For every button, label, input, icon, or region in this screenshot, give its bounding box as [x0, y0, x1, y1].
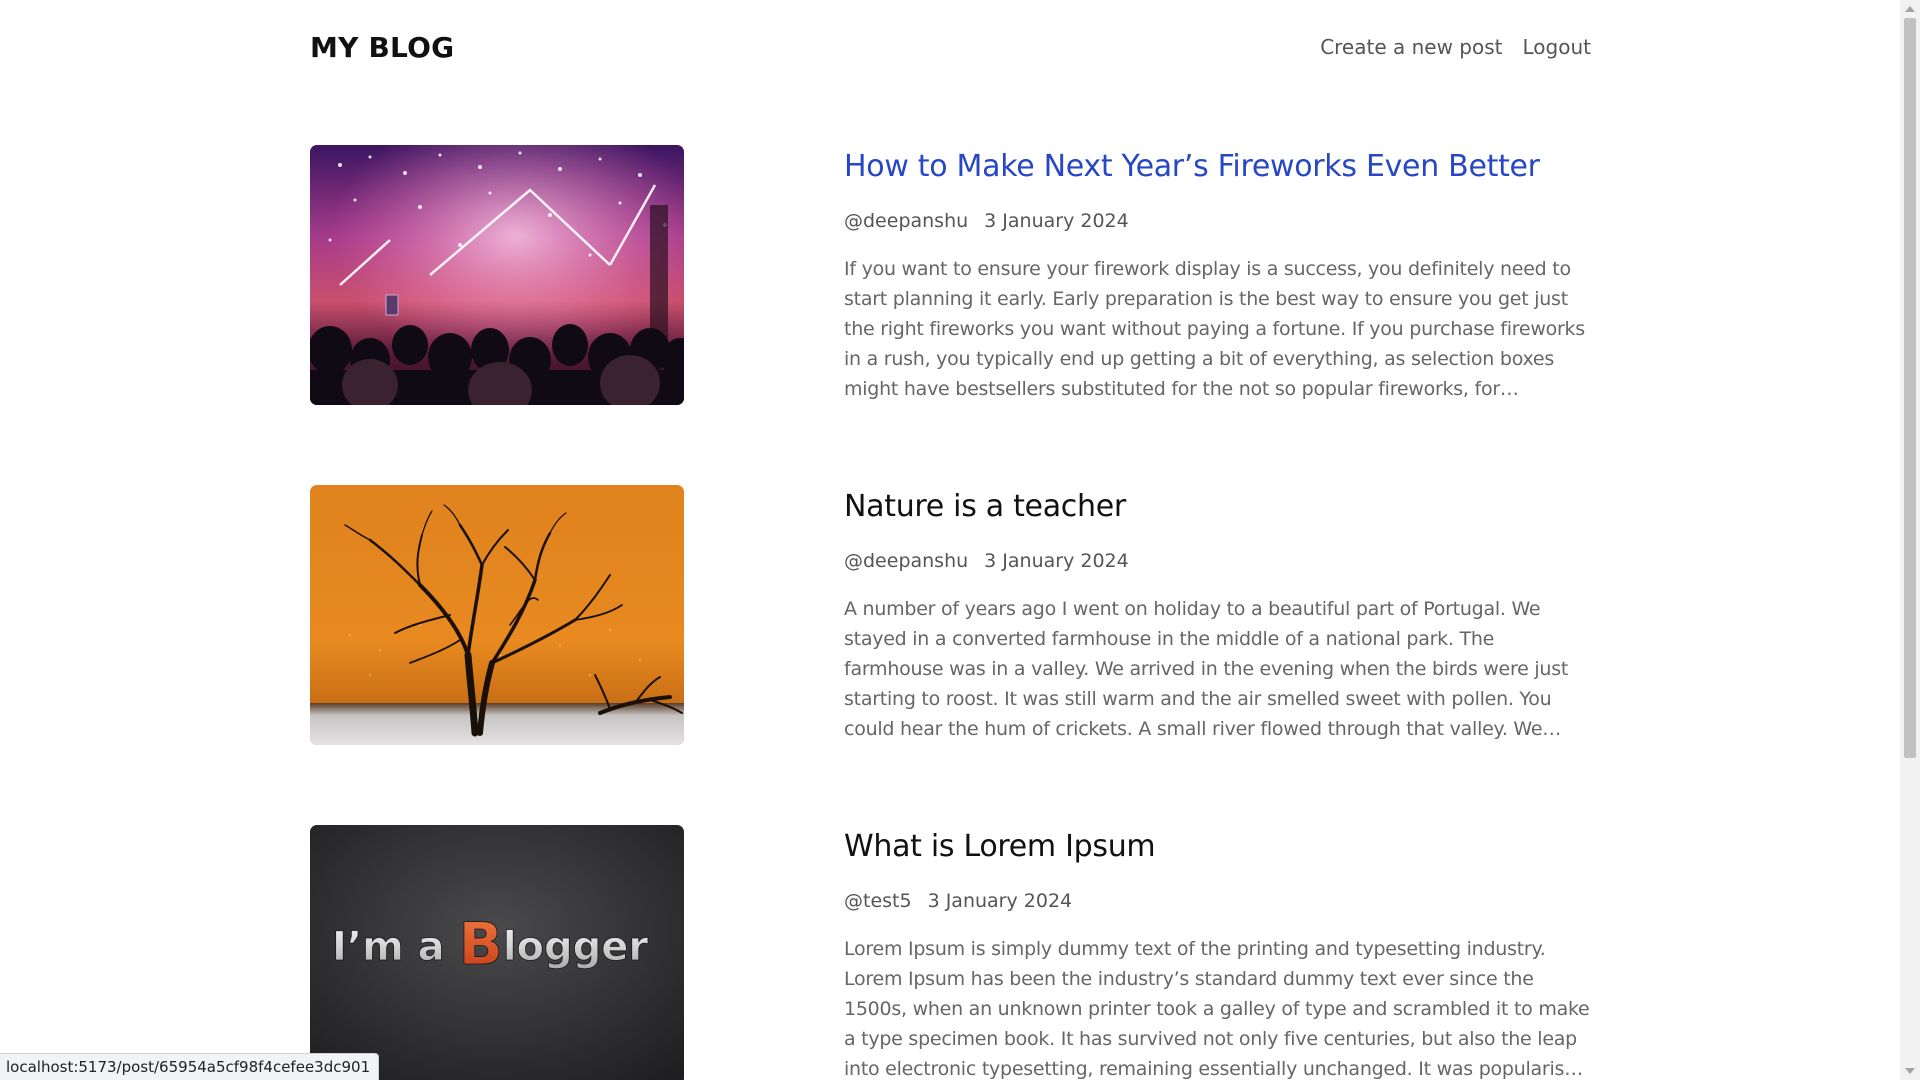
post-body: What is Lorem Ipsum @test5 3 January 2024…: [844, 825, 1591, 1080]
scroll-up-icon[interactable]: [1905, 6, 1915, 12]
blogger-text-prefix: I’m a: [332, 924, 459, 970]
post-image-link[interactable]: [310, 485, 684, 745]
post-title[interactable]: How to Make Next Year’s Fireworks Even B…: [844, 147, 1591, 187]
post-excerpt: If you want to ensure your firework disp…: [844, 258, 1585, 400]
post-date: 3 January 2024: [927, 890, 1073, 912]
create-post-link[interactable]: Create a new post: [1320, 35, 1502, 59]
post-author[interactable]: @test5: [844, 890, 912, 912]
blogger-graphic-image: I’m a Blogger: [310, 825, 684, 1080]
browser-viewport: MY BLOG Create a new post Logout How to …: [0, 0, 1920, 1080]
post-author[interactable]: @deepanshu: [844, 210, 968, 232]
site-logo[interactable]: MY BLOG: [310, 31, 454, 64]
post-excerpt: Lorem Ipsum is simply dummy text of the …: [844, 938, 1590, 1080]
post-excerpt: A number of years ago I went on holiday …: [844, 598, 1569, 740]
post-meta: @test5 3 January 2024: [844, 888, 1591, 914]
post-body: Nature is a teacher @deepanshu 3 January …: [844, 485, 1591, 763]
post-image-link[interactable]: I’m a Blogger: [310, 825, 684, 1080]
post-meta: @deepanshu 3 January 2024: [844, 208, 1591, 234]
scroll-down-icon[interactable]: [1905, 1068, 1915, 1074]
post-title-link[interactable]: What is Lorem Ipsum: [844, 829, 1156, 864]
post-title-link[interactable]: Nature is a teacher: [844, 489, 1126, 524]
post-title[interactable]: What is Lorem Ipsum: [844, 827, 1591, 867]
header-nav: Create a new post Logout: [1320, 35, 1591, 59]
blogger-text-rest: logger: [503, 924, 649, 970]
scrollbar-thumb[interactable]: [1904, 18, 1916, 758]
post-card: Nature is a teacher @deepanshu 3 January …: [310, 485, 1591, 763]
post-title[interactable]: Nature is a teacher: [844, 487, 1591, 527]
blogger-text-initial: B: [459, 910, 503, 978]
dead-tree-desert-image: [310, 485, 684, 745]
post-image-link[interactable]: [310, 145, 684, 405]
post-body: How to Make Next Year’s Fireworks Even B…: [844, 145, 1591, 423]
post-date: 3 January 2024: [984, 550, 1129, 572]
fireworks-crowd-image: [310, 145, 684, 405]
site-header: MY BLOG Create a new post Logout: [310, 22, 1591, 72]
vertical-scrollbar[interactable]: [1900, 0, 1920, 1080]
post-card: I’m a Blogger What is Lorem Ipsum @test5…: [310, 825, 1591, 1080]
post-meta: @deepanshu 3 January 2024: [844, 548, 1591, 574]
post-title-link[interactable]: How to Make Next Year’s Fireworks Even B…: [844, 149, 1540, 184]
post-date: 3 January 2024: [984, 210, 1129, 232]
post-card: How to Make Next Year’s Fireworks Even B…: [310, 145, 1591, 423]
link-status-bar: localhost:5173/post/65954a5cf98f4cefee3d…: [0, 1053, 380, 1080]
logout-link[interactable]: Logout: [1523, 35, 1591, 59]
post-author[interactable]: @deepanshu: [844, 550, 968, 572]
